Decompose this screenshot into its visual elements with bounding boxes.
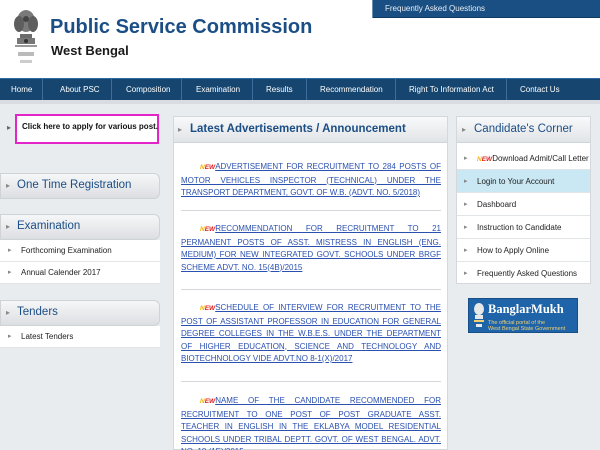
site-subtitle: West Bengal: [51, 43, 129, 58]
corner-item-download-admit[interactable]: ▸ NEWDownload Admit/Call Letter: [457, 147, 590, 170]
new-badge-icon: NEW: [200, 164, 216, 171]
announcement-text: SCHEDULE OF INTERVIEW FOR RECRUITMENT TO…: [181, 303, 441, 363]
banglarmukh-name: BanglarMukh: [488, 302, 564, 316]
site-title: Public Service Commission: [50, 16, 313, 38]
new-badge-icon: NEW: [200, 398, 216, 405]
announcements-title: Latest Advertisements / Announcement: [190, 123, 406, 135]
nav-divider: [42, 79, 43, 101]
examination-heading: ▸ Examination: [0, 214, 160, 240]
sidebar-item-label: Annual Calender 2017: [21, 268, 101, 277]
sidebar-item-label: Forthcoming Examination: [21, 246, 112, 255]
nav-rti-act[interactable]: Right To Information Act: [409, 79, 494, 101]
arrow-right-icon: ▸: [464, 201, 468, 208]
announcement-text: RECOMMENDATION FOR RECRUITMENT TO 21 PER…: [181, 224, 441, 272]
corner-item-label: Dashboard: [477, 200, 517, 209]
nav-contact-us[interactable]: Contact Us: [520, 79, 560, 101]
nav-divider: [181, 79, 182, 101]
faq-top-link[interactable]: Frequently Asked Questions: [372, 0, 600, 18]
corner-item-faq[interactable]: ▸ Frequently Asked Questions: [457, 262, 590, 285]
candidates-corner-header: ▸ Candidate's Corner: [457, 117, 590, 143]
nav-divider: [252, 79, 253, 101]
new-badge-icon: NEW: [200, 226, 216, 233]
one-time-registration-label: One Time Registration: [17, 179, 132, 191]
nav-divider: [306, 79, 307, 101]
announcement-link[interactable]: NEWSCHEDULE OF INTERVIEW FOR RECRUITMENT…: [181, 302, 441, 366]
arrow-right-icon: ▸: [6, 181, 11, 190]
corner-item-label: How to Apply Online: [477, 246, 550, 255]
divider: [181, 381, 441, 382]
new-badge-icon: NEW: [200, 305, 216, 312]
corner-item-label: Instruction to Candidate: [477, 223, 562, 232]
arrow-right-icon: ▸: [8, 269, 12, 276]
announcement-text: ADVERTISEMENT FOR RECRUITMENT TO 284 POS…: [181, 162, 441, 197]
nav-recommendation[interactable]: Recommendation: [320, 79, 383, 101]
corner-item-label: Frequently Asked Questions: [477, 269, 578, 278]
divider: [181, 210, 441, 211]
apply-post-label: Click here to apply for various post.: [22, 122, 159, 131]
nav-about-psc[interactable]: About PSC: [60, 79, 100, 101]
corner-item-label: Download Admit/Call Letter: [492, 154, 589, 163]
arrow-right-icon: ▸: [464, 155, 468, 162]
nav-home[interactable]: Home: [11, 79, 32, 101]
announcement-link[interactable]: NEWNAME OF THE CANDIDATE RECOMMENDED FOR…: [181, 395, 441, 450]
corner-item-text: NEWDownload Admit/Call Letter: [477, 154, 589, 163]
arrow-right-icon: ▸: [464, 247, 468, 254]
sidebar-item-annual-calendar[interactable]: ▸ Annual Calender 2017: [0, 262, 160, 284]
one-time-registration-button[interactable]: ▸ One Time Registration: [0, 173, 160, 199]
arrow-right-icon: ▸: [6, 222, 11, 231]
sidebar-item-forthcoming-exam[interactable]: ▸ Forthcoming Examination: [0, 240, 160, 262]
announcements-panel: ▸ Latest Advertisements / Announcement N…: [173, 116, 448, 450]
arrow-right-icon: ▸: [7, 123, 12, 132]
announcement-link[interactable]: NEWADVERTISEMENT FOR RECRUITMENT TO 284 …: [181, 161, 441, 200]
arrow-right-icon: ▸: [464, 270, 468, 277]
corner-item-label: Login to Your Account: [477, 177, 555, 186]
tenders-heading: ▸ Tenders: [0, 300, 160, 326]
sidebar-item-latest-tenders[interactable]: ▸ Latest Tenders: [0, 326, 160, 348]
nav-examination[interactable]: Examination: [196, 79, 240, 101]
announcements-header: ▸ Latest Advertisements / Announcement: [174, 117, 447, 143]
arrow-right-icon: ▸: [8, 247, 12, 254]
nav-divider: [506, 79, 507, 101]
nav-divider: [111, 79, 112, 101]
sidebar-item-label: Latest Tenders: [21, 332, 74, 341]
banglarmukh-tagline: The official portal of the West Bengal S…: [488, 320, 565, 332]
divider: [181, 289, 441, 290]
arrow-right-icon: ▸: [464, 224, 468, 231]
announcement-text: NAME OF THE CANDIDATE RECOMMENDED FOR RE…: [181, 396, 441, 450]
arrow-right-icon: ▸: [178, 125, 183, 134]
arrow-right-icon: ▸: [462, 125, 467, 134]
site-header: Public Service Commission West Bengal Fr…: [0, 0, 600, 78]
corner-item-login[interactable]: ▸ Login to Your Account: [457, 170, 590, 193]
new-badge-icon: NEW: [477, 156, 493, 163]
announcement-link[interactable]: NEWRECOMMENDATION FOR RECRUITMENT TO 21 …: [181, 223, 441, 274]
candidates-corner-panel: ▸ Candidate's Corner ▸ NEWDownload Admit…: [456, 116, 591, 284]
tenders-title: Tenders: [17, 306, 58, 318]
nav-shadow-strip: [0, 100, 600, 104]
examination-title: Examination: [17, 220, 81, 232]
nav-composition[interactable]: Composition: [126, 79, 170, 101]
corner-item-dashboard[interactable]: ▸ Dashboard: [457, 193, 590, 216]
main-nav: Home About PSC Composition Examination R…: [0, 78, 600, 101]
banglarmukh-banner[interactable]: BanglarMukh The official portal of the W…: [468, 298, 578, 333]
arrow-right-icon: ▸: [8, 333, 12, 340]
nav-divider: [395, 79, 396, 101]
banglarmukh-logo-icon: [474, 303, 484, 327]
apply-post-button[interactable]: Click here to apply for various post.: [15, 114, 159, 144]
corner-item-instruction[interactable]: ▸ Instruction to Candidate: [457, 216, 590, 239]
nav-results[interactable]: Results: [266, 79, 293, 101]
arrow-right-icon: ▸: [6, 308, 11, 317]
state-emblem-icon: [14, 10, 38, 63]
banglarmukh-tagline-line: West Bengal State Government: [488, 326, 566, 332]
arrow-right-icon: ▸: [464, 178, 468, 185]
candidates-corner-title: Candidate's Corner: [474, 123, 573, 135]
corner-item-how-to-apply[interactable]: ▸ How to Apply Online: [457, 239, 590, 262]
